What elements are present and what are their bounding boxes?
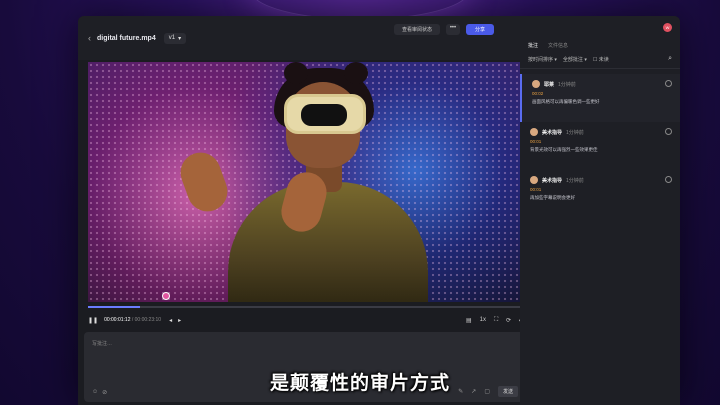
comments-list: 耶莱 1分钟前 00:02 画面风格可以再偏暖色调一些更好 美术指导 1分钟前 … (520, 74, 680, 218)
fit-icon[interactable]: ⛶ (494, 317, 498, 324)
version-dropdown[interactable]: v1 ▾ (163, 32, 187, 44)
commenter-name: 美术指导 (542, 177, 563, 184)
version-label: v1 (168, 35, 176, 41)
current-time: 00:00:01:12 (104, 317, 131, 323)
comments-panel: W 批注 文件信息 按时间排序 ▾ 全部批注 ▾ ☐ 未读 ⌕ 耶莱 1分钟前 … (520, 16, 680, 405)
sort-dropdown[interactable]: 按时间排序 ▾ (528, 56, 557, 63)
filter-dropdown[interactable]: 全部批注 ▾ (563, 56, 587, 63)
comment-time: 1分钟前 (566, 129, 584, 136)
comment-filters: 按时间排序 ▾ 全部批注 ▾ ☐ 未读 ⌕ (520, 52, 680, 66)
player-right-controls: ▤ 1x ⛶ ⟳ ⤢ (466, 317, 524, 324)
commenter-avatar (532, 80, 540, 88)
comment-text: 再加些字幕说明会更好 (530, 195, 575, 200)
review-app-window: ‹ digital future.mp4 v1 ▾ 查看审阅状态 ••• 分享 … (78, 16, 680, 405)
step-back-icon[interactable]: ◂ (169, 317, 172, 324)
tab-file-info[interactable]: 文件信息 (548, 42, 568, 49)
video-player[interactable] (88, 62, 524, 302)
commenter-name: 美术指导 (542, 129, 563, 136)
player-controls: ❚❚ 00:00:01:12 / 00:00:23:10 ◂ ▸ ▤ 1x ⛶ … (88, 312, 524, 328)
chevron-left-icon[interactable]: ‹ (88, 33, 91, 43)
loop-icon[interactable]: ⟳ (506, 317, 511, 324)
video-hair-bun-left (284, 62, 308, 84)
scrub-bar[interactable] (88, 306, 524, 308)
chevron-down-icon: ▾ (178, 35, 182, 42)
video-hair-bun-right (344, 62, 368, 84)
user-avatar[interactable]: W (663, 22, 672, 32)
share-button[interactable]: 分享 (465, 24, 494, 35)
volume-icon[interactable]: ▤ (466, 317, 472, 324)
comment-item[interactable]: 耶莱 1分钟前 00:02 画面风格可以再偏暖色调一些更好 (520, 74, 680, 122)
vr-headset (284, 94, 366, 134)
commenter-name: 耶莱 (544, 81, 555, 88)
commenter-avatar (530, 176, 538, 184)
comment-text: 画面风格可以再偏暖色调一些更好 (532, 99, 600, 104)
comment-timestamp[interactable]: 00:02 (532, 91, 672, 96)
comment-item[interactable]: 美术指导 1分钟前 00:01 再加些字幕说明会更好 (520, 170, 680, 218)
comment-timestamp[interactable]: 00:01 (530, 187, 672, 192)
more-icon[interactable]: ••• (445, 24, 460, 35)
panel-divider (520, 68, 680, 69)
top-actions: 查看审阅状态 ••• 分享 (393, 24, 494, 35)
search-icon[interactable]: ⌕ (668, 55, 672, 63)
resolve-icon[interactable] (665, 128, 672, 135)
tab-comments[interactable]: 批注 (528, 42, 538, 49)
comment-placeholder: 写批注… (92, 341, 113, 347)
panel-tabs: 批注 文件信息 (520, 38, 680, 52)
resolve-icon[interactable] (665, 80, 672, 87)
commenter-avatar (530, 128, 538, 136)
comment-time: 1分钟前 (566, 177, 584, 184)
unread-checkbox[interactable]: ☐ 未读 (593, 56, 609, 63)
comment-timestamp[interactable]: 00:01 (530, 139, 672, 144)
review-status-button[interactable]: 查看审阅状态 (393, 24, 440, 35)
file-title: digital future.mp4 (97, 34, 156, 42)
scrub-progress (88, 306, 141, 308)
pause-icon[interactable]: ❚❚ (88, 317, 98, 324)
comment-time: 1分钟前 (558, 81, 576, 88)
speed-selector[interactable]: 1x (480, 317, 486, 323)
panel-top: W (520, 16, 680, 38)
comment-item[interactable]: 美术指导 1分钟前 00:01 背景光效可以再强烈一些效果更佳 (520, 122, 680, 170)
resolve-icon[interactable] (665, 176, 672, 183)
total-time: 00:00:23:10 (134, 317, 162, 323)
step-forward-icon[interactable]: ▸ (178, 317, 181, 324)
video-subtitle: 是颠覆性的审片方式 (269, 372, 450, 394)
comment-text: 背景光效可以再强烈一些效果更佳 (530, 147, 598, 152)
